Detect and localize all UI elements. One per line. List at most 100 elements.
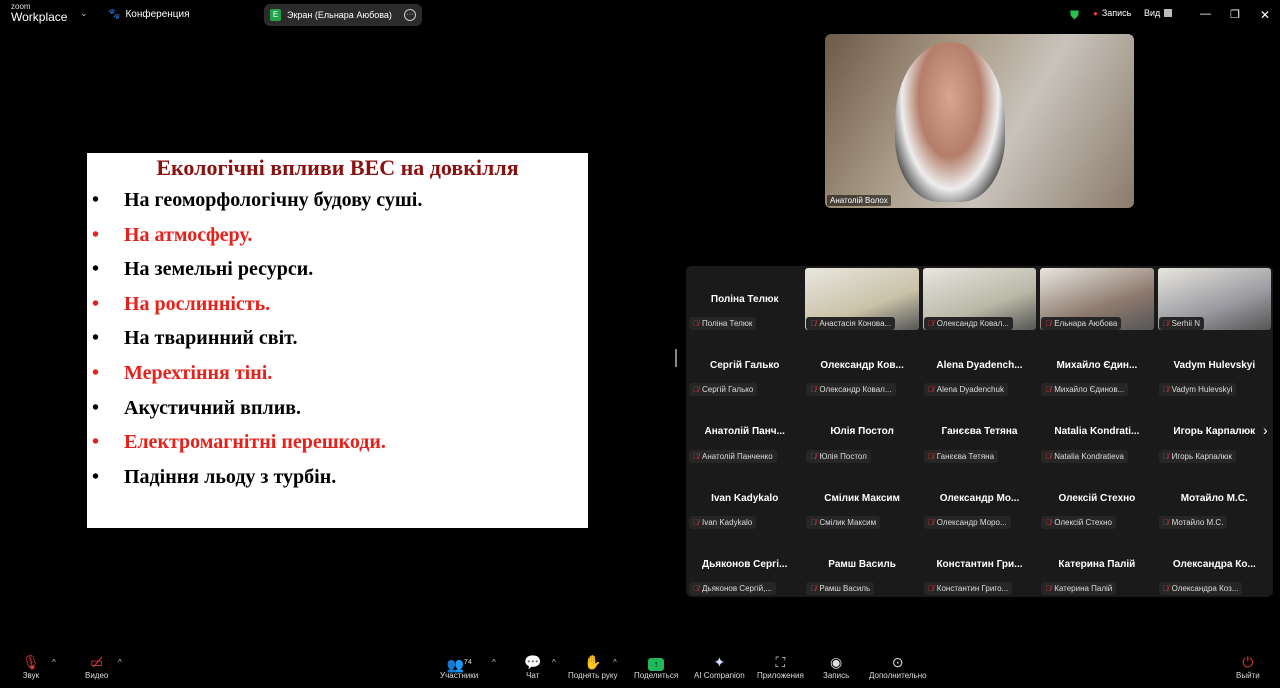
participant-tile[interactable]: Юлія Постол 🎙̸ Юлія Постол — [803, 398, 920, 464]
participant-display-name: Анатолій Панч... — [704, 426, 785, 438]
participant-name: Ганєєва Тетяна — [936, 451, 995, 461]
participant-tile[interactable]: Сергій Галько 🎙̸ Сергій Галько — [686, 332, 803, 398]
slide-title: Екологічні впливи ВЕС на довкілля — [156, 155, 519, 180]
minimize-button[interactable]: — — [1200, 8, 1211, 20]
participant-tile[interactable]: Vadym Hulevskyi 🎙̸ Vadym Hulevskyi — [1156, 332, 1273, 398]
mic-muted-icon: 🎙̸ — [810, 451, 817, 461]
participant-name-label: 🎙̸ Ганєєва Тетяна — [923, 449, 999, 463]
participant-tile[interactable]: Alena Dyadench... 🎙̸ Alena Dyadenchuk — [921, 332, 1038, 398]
participant-name: Vadym Hulevskyi — [1171, 385, 1233, 395]
participant-tile[interactable]: Олексій Стехно 🎙̸ Олексій Стехно — [1038, 465, 1155, 531]
close-button[interactable]: ✕ — [1260, 8, 1270, 22]
participant-name-label: 🎙̸ Ельнара Аюбова — [1041, 317, 1122, 331]
participant-name-label: 🎙̸ Дьяконов Сергій,... — [689, 581, 777, 595]
participant-tile[interactable]: Олександра Ко... 🎙̸ Олександра Коз... — [1156, 531, 1273, 597]
mic-muted-icon: 🎙̸ — [1045, 517, 1052, 527]
share-button[interactable]: ↑ Поделиться — [634, 654, 678, 680]
participant-name-label: 🎙̸ Vadym Hulevskyi — [1158, 383, 1237, 397]
participant-tile[interactable]: Ганєєва Тетяна 🎙̸ Ганєєва Тетяна — [921, 398, 1038, 464]
leave-icon: ⏻ — [1242, 654, 1254, 670]
participant-name-label: 🎙̸ Serhii N — [1158, 317, 1205, 331]
participant-tile[interactable]: Рамш Василь 🎙̸ Рамш Василь — [803, 531, 920, 597]
mic-muted-icon: 🎙̸ — [1162, 583, 1169, 593]
participants-caret[interactable]: ^ — [492, 658, 496, 667]
participant-tile[interactable]: 🎙̸ Ельнара Аюбова — [1038, 266, 1155, 332]
mic-muted-icon: 🎙̸ — [1045, 319, 1052, 329]
view-button[interactable]: Вид — [1144, 8, 1173, 18]
more-button[interactable]: ⊙ Дополнительно — [869, 654, 927, 680]
mic-muted-icon: 🎙̸ — [693, 451, 699, 461]
participant-name-label: 🎙̸ Natalia Kondratieva — [1041, 449, 1129, 463]
participant-tile[interactable]: Константин Гри... 🎙̸ Константин Григо... — [921, 531, 1038, 597]
participant-display-name: Олексій Стехно — [1058, 492, 1136, 504]
restore-button[interactable]: ❐ — [1230, 8, 1240, 21]
participant-display-name: Сергій Галько — [710, 360, 780, 372]
participant-tile[interactable]: Дьяконов Сергі... 🎙̸ Дьяконов Сергій,... — [686, 531, 803, 597]
grid-view-icon — [1164, 9, 1173, 17]
participant-tile[interactable]: 🎙̸ Анастасія Конова... — [803, 266, 920, 332]
mic-muted-icon: 🎙̸ — [810, 583, 817, 593]
mic-muted-icon: 🎙̸ — [810, 319, 817, 329]
chat-caret[interactable]: ^ — [552, 658, 556, 667]
reactions-caret[interactable]: ^ — [613, 658, 617, 667]
participant-name-label: 🎙̸ Мотайло М.С. — [1158, 515, 1228, 529]
apps-button[interactable]: ⛶ Приложения — [757, 654, 804, 680]
ai-companion-button[interactable]: ✦ AI Companion — [694, 654, 745, 680]
participant-name-label: 🎙̸ Олександра Коз... — [1158, 581, 1243, 595]
active-speaker-video[interactable]: Анатолій Волох — [825, 34, 1134, 208]
meeting-toolbar: 🎙 Звук ^ ▭̸ Видео ^ 👥74 Участники ^ 💬 Чат ^ … — [0, 648, 1280, 688]
participant-display-name: Alena Dyadench... — [936, 360, 1023, 372]
bullet-item: Акустичний вплив. — [87, 397, 588, 432]
participant-tile[interactable]: Мотайло М.С. 🎙̸ Мотайло М.С. — [1156, 465, 1273, 531]
participant-tile[interactable]: Анатолій Панч... 🎙̸ Анатолій Панченко — [686, 398, 803, 464]
participant-name: Анатолій Панченко — [702, 451, 773, 461]
participant-tile[interactable]: 🎙̸ Serhii N — [1156, 266, 1273, 332]
chat-button[interactable]: 💬 Чат — [524, 654, 541, 680]
participant-tile[interactable]: Олександр Ков... 🎙̸ Олександр Ковал... — [803, 332, 920, 398]
video-button[interactable]: ▭̸ Видео — [85, 654, 108, 680]
participant-display-name: Игорь Карпалюк — [1173, 426, 1256, 438]
participant-name-label: 🎙̸ Олексій Стехно — [1041, 515, 1116, 529]
video-options-caret[interactable]: ^ — [118, 658, 122, 667]
next-page-arrow[interactable]: › — [1263, 422, 1268, 438]
participant-name: Михайло Єдинов... — [1054, 385, 1125, 395]
participant-name: Олександр Моро... — [936, 517, 1007, 527]
audio-options-caret[interactable]: ^ — [52, 658, 56, 667]
participant-name-label: 🎙̸ Анастасія Конова... — [806, 317, 896, 331]
participant-name-label: 🎙̸ Олександр Ковал... — [923, 317, 1013, 331]
participant-tile[interactable]: Катерина Палій 🎙̸ Катерина Палій — [1038, 531, 1155, 597]
participant-tile[interactable]: Михайло Єдин... 🎙̸ Михайло Єдинов... — [1038, 332, 1155, 398]
participant-grid: Поліна Телюк 🎙̸ Поліна Телюк 🎙̸ Анастасія Ко… — [686, 266, 1273, 597]
participant-display-name: Олександр Мо... — [939, 492, 1020, 504]
participant-tile[interactable]: Ivan Kadykalo 🎙̸ Ivan Kadykalo — [686, 465, 803, 531]
participants-button[interactable]: 👥74 Участники — [440, 654, 478, 680]
participant-tile[interactable]: Смілик Максим 🎙̸ Смілик Максим — [803, 465, 920, 531]
participant-name: Ivan Kadykalo — [702, 517, 753, 527]
participant-tile[interactable]: Олександр Мо... 🎙̸ Олександр Моро... — [921, 465, 1038, 531]
hand-icon: ✋ — [584, 654, 602, 670]
participant-tile[interactable]: Natalia Kondrati... 🎙̸ Natalia Kondratieva — [1038, 398, 1155, 464]
participant-tile[interactable]: Поліна Телюк 🎙̸ Поліна Телюк — [686, 266, 803, 332]
leave-button[interactable]: ⏻ Выйти — [1236, 654, 1260, 680]
participant-tile[interactable]: Игорь Карпалюк 🎙̸ Игорь Карпалюк — [1156, 398, 1273, 464]
chevron-down-icon[interactable]: ⌄ — [80, 8, 88, 19]
video-off-icon: ▭̸ — [90, 654, 104, 670]
participant-tile[interactable]: 🎙̸ Олександр Ковал... — [921, 266, 1038, 332]
more-icon[interactable]: ··· — [404, 9, 416, 21]
shield-icon[interactable]: ⛊ — [1070, 8, 1079, 23]
participant-name-label: 🎙̸ Alena Dyadenchuk — [923, 383, 1008, 397]
presentation-slide: Екологічні впливи ВЕС на довкілля На гео… — [87, 153, 588, 528]
meeting-info-button[interactable]: 🐾 Конференция — [108, 9, 190, 20]
paw-icon: 🐾 — [108, 9, 121, 20]
participant-name: Ельнара Аюбова — [1054, 319, 1118, 329]
record-button[interactable]: ◉ Запись — [823, 654, 849, 680]
audio-button[interactable]: 🎙 Звук — [22, 654, 40, 680]
participant-name-label: 🎙̸ Анатолій Панченко — [689, 449, 777, 463]
bullet-item: Електромагнітні перешкоди. — [87, 431, 588, 466]
recording-indicator[interactable]: ● Запись — [1093, 8, 1131, 18]
participant-display-name: Ганєєва Тетяна — [941, 426, 1018, 438]
raise-hand-button[interactable]: ✋ Поднять руку — [568, 654, 617, 680]
participant-name: Natalia Kondratieva — [1054, 451, 1125, 461]
screen-share-pill[interactable]: E Экран (Ельнара Аюбова) ··· — [264, 4, 422, 26]
splitter-handle[interactable] — [675, 349, 677, 367]
